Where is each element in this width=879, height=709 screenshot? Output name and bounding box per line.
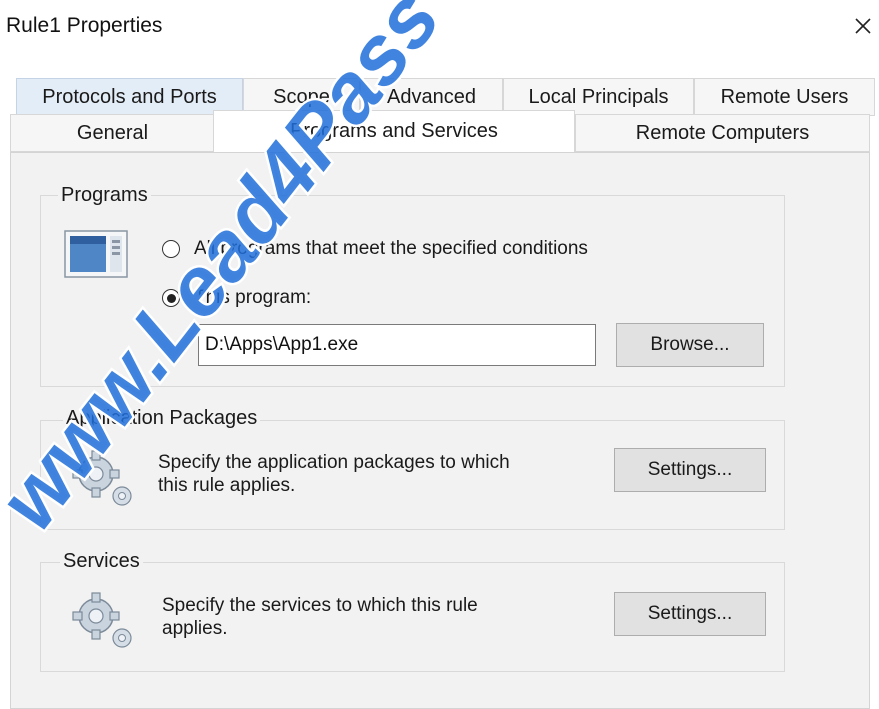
radio-circle-selected[interactable] [162, 289, 180, 307]
services-description-line2: applies. [162, 618, 228, 639]
application-packages-description-line2: this rule applies. [158, 475, 296, 496]
tab-remote-computers[interactable]: Remote Computers [575, 114, 870, 152]
properties-window: Rule1 Properties Protocols and Ports Sco… [0, 0, 879, 709]
programs-group-label: Programs [58, 184, 151, 207]
radio-this-program[interactable]: This program: [162, 287, 311, 309]
radio-circle[interactable] [162, 240, 180, 258]
tab-protocols-and-ports[interactable]: Protocols and Ports [16, 78, 243, 116]
tab-programs-and-services[interactable]: Programs and Services [213, 110, 575, 152]
radio-all-programs-label: All programs that meet the specified con… [194, 238, 588, 259]
application-packages-settings-button[interactable]: Settings... [614, 448, 766, 492]
tab-general[interactable]: General [10, 114, 215, 152]
application-packages-description: Specify the application packages to whic… [158, 451, 510, 497]
services-gears-icon [70, 590, 138, 657]
radio-all-programs[interactable]: All programs that meet the specified con… [162, 238, 588, 260]
application-packages-description-line1: Specify the application packages to whic… [158, 452, 510, 473]
application-packages-group-label: Application Packages [63, 407, 261, 430]
program-window-icon [64, 230, 128, 283]
browse-button[interactable]: Browse... [616, 323, 764, 367]
services-description: Specify the services to which this rule … [162, 594, 478, 640]
window-title: Rule1 Properties [6, 14, 163, 37]
close-icon [855, 18, 871, 34]
services-description-line1: Specify the services to which this rule [162, 595, 478, 616]
services-group-label: Services [60, 550, 143, 573]
gears-icon [70, 448, 138, 515]
close-button[interactable] [848, 10, 878, 42]
tab-remote-users[interactable]: Remote Users [694, 78, 875, 116]
services-settings-button[interactable]: Settings... [614, 592, 766, 636]
program-path-input[interactable] [198, 324, 596, 366]
radio-this-program-label: This program: [194, 287, 312, 308]
